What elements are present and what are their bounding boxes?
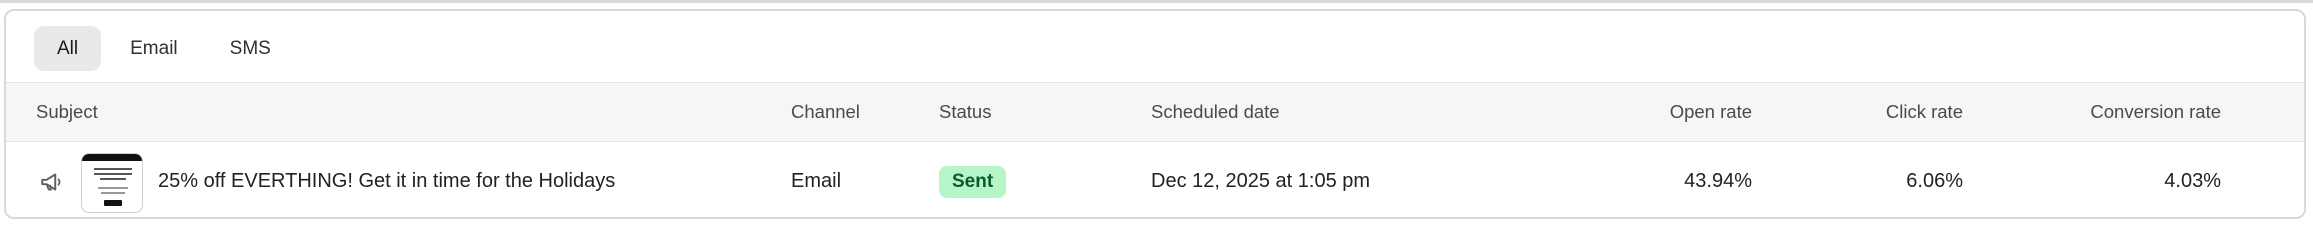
click-rate-cell: 6.06% xyxy=(1906,170,1963,192)
column-header-channel[interactable]: Channel xyxy=(791,83,860,141)
campaigns-table-card: All Email SMS Subject Channel Status Sch… xyxy=(4,9,2306,219)
tab-all[interactable]: All xyxy=(34,26,102,71)
campaign-subject-link[interactable]: 25% off EVERTHING! Get it in time for th… xyxy=(158,142,615,217)
channel-tabs: All Email SMS xyxy=(34,26,294,71)
top-border xyxy=(0,0,2313,3)
column-header-open-rate[interactable]: Open rate xyxy=(1566,83,1752,141)
tab-email[interactable]: Email xyxy=(107,26,201,71)
column-header-subject[interactable]: Subject xyxy=(36,83,98,141)
column-header-click-rate[interactable]: Click rate xyxy=(1766,83,1963,141)
column-header-status[interactable]: Status xyxy=(939,83,991,141)
status-badge: Sent xyxy=(939,165,1007,198)
column-header-conversion-rate[interactable]: Conversion rate xyxy=(1966,83,2221,141)
table-header: Subject Channel Status Scheduled date Op… xyxy=(6,82,2304,142)
conversion-rate-cell: 4.03% xyxy=(2164,170,2221,192)
tab-sms[interactable]: SMS xyxy=(207,26,294,71)
megaphone-icon xyxy=(41,173,61,191)
table-row[interactable]: 25% off EVERTHING! Get it in time for th… xyxy=(6,142,2304,217)
open-rate-cell: 43.94% xyxy=(1684,170,1752,192)
email-preview-thumbnail[interactable] xyxy=(81,153,143,213)
scheduled-date-cell: Dec 12, 2025 at 1:05 pm xyxy=(1151,170,1371,192)
column-header-scheduled-date[interactable]: Scheduled date xyxy=(1151,83,1280,141)
channel-cell: Email xyxy=(791,170,842,192)
status-cell: Sent xyxy=(939,142,1007,217)
